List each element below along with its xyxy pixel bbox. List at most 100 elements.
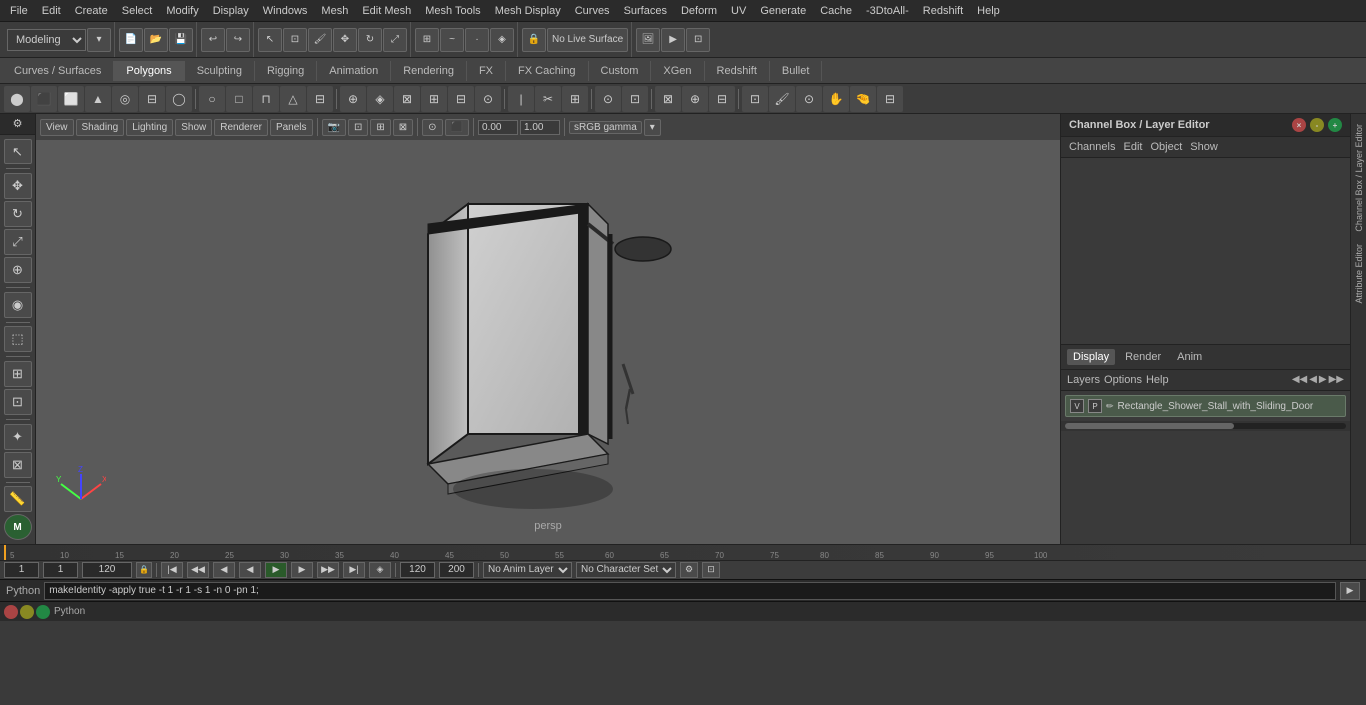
tab-curves-surfaces[interactable]: Curves / Surfaces: [2, 61, 114, 81]
layer-visibility[interactable]: V: [1070, 399, 1084, 413]
snap-view-btn[interactable]: ◈: [490, 28, 514, 52]
vp-gamma-drop[interactable]: ▾: [644, 119, 661, 136]
rv-tab-attribute-editor[interactable]: Attribute Editor: [1352, 238, 1366, 310]
tb-dropdown[interactable]: ▾: [87, 28, 111, 52]
start-frame-input[interactable]: 1: [4, 562, 39, 578]
ipr-btn[interactable]: ▶: [661, 28, 685, 52]
vp-lighting-btn[interactable]: Lighting: [126, 119, 173, 136]
menu-windows[interactable]: Windows: [257, 3, 314, 19]
tab-fx[interactable]: FX: [467, 61, 506, 81]
menu-mesh[interactable]: Mesh: [315, 3, 354, 19]
select-tool-lt[interactable]: ↖: [4, 139, 32, 165]
move-lt[interactable]: ✥: [4, 173, 32, 199]
poly-sphere-btn[interactable]: ⬤: [4, 86, 30, 112]
snap-lt[interactable]: ⊞: [4, 361, 32, 387]
step-back-btn[interactable]: ◀◀: [187, 562, 209, 578]
vp-view-btn[interactable]: View: [40, 119, 74, 136]
merge-btn[interactable]: ⊞: [421, 86, 447, 112]
bottom-close-btn[interactable]: [4, 605, 18, 619]
anim-layer-select[interactable]: No Anim Layer: [483, 562, 572, 578]
layer-scrollbar[interactable]: [1061, 421, 1350, 431]
universal-lt[interactable]: ⊕: [4, 257, 32, 283]
new-scene-btn[interactable]: 📄: [119, 28, 143, 52]
scale-lt[interactable]: ⤢: [4, 229, 32, 255]
lock-btn[interactable]: 🔒: [522, 28, 546, 52]
vp-sel-hilite[interactable]: ⊙: [422, 119, 442, 136]
target-weld-btn[interactable]: ⊙: [595, 86, 621, 112]
menu-uv[interactable]: UV: [725, 3, 752, 19]
poly-cube-btn[interactable]: ⬛: [31, 86, 57, 112]
snap-point-btn[interactable]: ·: [465, 28, 489, 52]
cb-tab-show[interactable]: Show: [1190, 141, 1218, 153]
play-back-btn[interactable]: ◀: [239, 562, 261, 578]
layer-proxy[interactable]: P: [1088, 399, 1102, 413]
snap-grid-btn[interactable]: ⊞: [415, 28, 439, 52]
cb-tab-channels[interactable]: Channels: [1069, 141, 1115, 153]
sculpt-btn[interactable]: 🖌: [769, 86, 795, 112]
tab-fx-caching[interactable]: FX Caching: [506, 61, 588, 81]
render-current-btn[interactable]: 🖼: [636, 28, 660, 52]
undo-btn[interactable]: ↩: [201, 28, 225, 52]
poly-cylinder-btn[interactable]: ⬜: [58, 86, 84, 112]
extrude-btn[interactable]: ⊕: [340, 86, 366, 112]
nurbs-cube-btn[interactable]: □: [226, 86, 252, 112]
paint-sel-btn[interactable]: 🖌: [308, 28, 332, 52]
lattice-lt[interactable]: ⊠: [4, 452, 32, 478]
cb-tab-object[interactable]: Object: [1150, 141, 1182, 153]
range-end-lock[interactable]: 🔒: [136, 562, 152, 578]
panel-min-btn[interactable]: -: [1310, 118, 1324, 132]
go-start-btn[interactable]: |◀: [161, 562, 183, 578]
layer-tab-anim[interactable]: Anim: [1171, 349, 1208, 365]
quad-draw-btn[interactable]: ⊡: [742, 86, 768, 112]
lasso-btn[interactable]: ⊡: [283, 28, 307, 52]
layer-tab-render[interactable]: Render: [1119, 349, 1167, 365]
rotate-lt[interactable]: ↻: [4, 201, 32, 227]
bottom-min-btn[interactable]: [20, 605, 34, 619]
max-frame-input[interactable]: 200: [439, 562, 474, 578]
save-scene-btn[interactable]: 💾: [169, 28, 193, 52]
vp-prev-btn[interactable]: ⊡: [348, 119, 368, 136]
soft-sel-lt[interactable]: ◉: [4, 292, 32, 318]
tab-redshift[interactable]: Redshift: [705, 61, 770, 81]
tab-xgen[interactable]: XGen: [651, 61, 704, 81]
current-frame-input[interactable]: 1: [43, 562, 78, 578]
auto-key-btn[interactable]: ◈: [369, 562, 391, 578]
viewport[interactable]: View Shading Lighting Show Renderer Pane…: [36, 114, 1060, 544]
poly-cone-btn[interactable]: ▲: [85, 86, 111, 112]
vp-gamma-btn[interactable]: sRGB gamma: [569, 121, 642, 134]
go-end-btn[interactable]: ▶|: [343, 562, 365, 578]
layer-tab-display[interactable]: Display: [1067, 349, 1115, 365]
tab-animation[interactable]: Animation: [317, 61, 391, 81]
snap-curve-btn[interactable]: ~: [440, 28, 464, 52]
layer-opt-help[interactable]: Help: [1146, 374, 1169, 386]
select-tool-btn[interactable]: ↖: [258, 28, 282, 52]
vp-wire-btn[interactable]: ⊠: [393, 119, 413, 136]
menu-display[interactable]: Display: [207, 3, 255, 19]
vp-shading-btn[interactable]: Shading: [76, 119, 125, 136]
layer-arr-rr[interactable]: ▶▶: [1329, 374, 1344, 386]
prev-key-btn[interactable]: ◀: [213, 562, 235, 578]
menu-file[interactable]: File: [4, 3, 34, 19]
char-set-select[interactable]: No Character Set: [576, 562, 676, 578]
measure-lt[interactable]: 📏: [4, 486, 32, 512]
cluster-lt[interactable]: ✦: [4, 424, 32, 450]
tc-settings-btn[interactable]: ⚙: [680, 562, 698, 578]
tc-extra-btn[interactable]: ⊡: [702, 562, 720, 578]
layer-opt-options[interactable]: Options: [1104, 374, 1142, 386]
vp-zoom-input[interactable]: 0.00: [478, 120, 518, 135]
menu-edit-mesh[interactable]: Edit Mesh: [356, 3, 417, 19]
vp-show-btn[interactable]: Show: [175, 119, 212, 136]
script-run-btn[interactable]: ▶: [1340, 582, 1360, 600]
menu-mesh-display[interactable]: Mesh Display: [489, 3, 567, 19]
layer-arr-l[interactable]: ◀: [1309, 374, 1317, 386]
tab-rendering[interactable]: Rendering: [391, 61, 467, 81]
bevel-btn[interactable]: ◈: [367, 86, 393, 112]
flatten-btn[interactable]: ⊟: [877, 86, 903, 112]
cb-tab-edit[interactable]: Edit: [1123, 141, 1142, 153]
range-start2-input[interactable]: [400, 562, 435, 578]
scroll-thumb[interactable]: [1065, 423, 1234, 429]
step-fwd-btn[interactable]: ▶▶: [317, 562, 339, 578]
nurbs-cone-btn[interactable]: △: [280, 86, 306, 112]
combine-btn[interactable]: ⊕: [682, 86, 708, 112]
marquee-lt[interactable]: ⬚: [4, 326, 32, 352]
